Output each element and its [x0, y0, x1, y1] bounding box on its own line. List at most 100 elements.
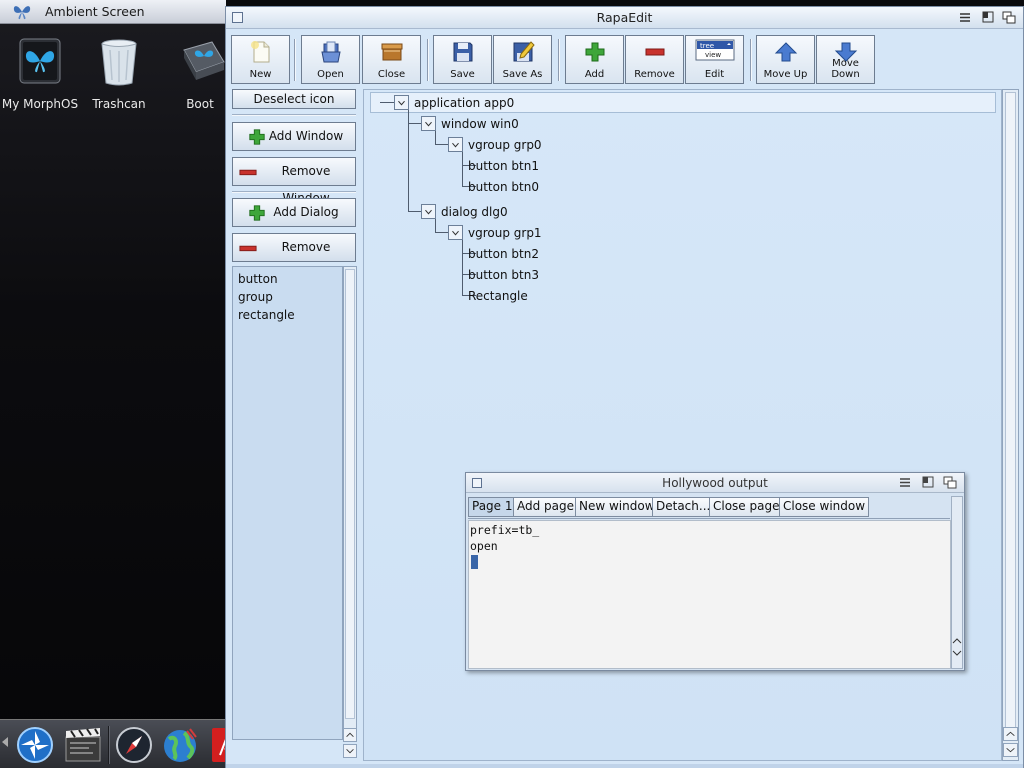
- toolbar-separator: [750, 39, 752, 81]
- window-bottom-border: [226, 764, 1023, 768]
- save-button[interactable]: Save: [433, 35, 492, 84]
- class-list[interactable]: button group rectangle: [232, 266, 343, 740]
- tree-line: [435, 219, 436, 233]
- tree-expander-icon[interactable]: [394, 95, 409, 110]
- morphos-butterfly-icon: [19, 38, 61, 84]
- remove-window-button[interactable]: Remove Window: [232, 157, 356, 205]
- scrollbar-thumb[interactable]: [1005, 92, 1016, 728]
- class-list-scrollbar[interactable]: [343, 266, 357, 740]
- dock-separator: [108, 726, 110, 764]
- desktop-icon-trashcan[interactable]: Trashcan: [79, 36, 159, 111]
- tree-scrollbar[interactable]: [1002, 89, 1019, 761]
- depth-gadget-icon[interactable]: [1001, 10, 1017, 25]
- window-titlebar[interactable]: Hollywood output: [466, 473, 964, 493]
- ambient-launcher-icon[interactable]: [15, 725, 55, 765]
- text-cursor: [471, 555, 478, 569]
- tree-expander-icon[interactable]: [448, 137, 463, 152]
- open-button[interactable]: Open: [301, 35, 360, 84]
- output-console[interactable]: prefix=tb_ open: [468, 520, 951, 669]
- list-item[interactable]: rectangle: [238, 308, 295, 322]
- close-window-button[interactable]: Close window: [779, 497, 870, 517]
- remove-dialog-button[interactable]: Remove Dialog: [232, 233, 356, 281]
- edit-button[interactable]: tree view Edit: [685, 35, 744, 84]
- scroll-up-arrow-icon[interactable]: [951, 635, 963, 647]
- new-button[interactable]: New: [231, 35, 290, 84]
- tree-node[interactable]: application app0: [414, 96, 514, 110]
- close-file-icon: [381, 43, 402, 61]
- move-up-button[interactable]: Move Up: [756, 35, 815, 84]
- iconify-gadget-icon[interactable]: [920, 475, 936, 490]
- tree-node[interactable]: button btn1: [468, 159, 539, 173]
- tree-expander-icon[interactable]: [448, 225, 463, 240]
- toolbar-separator: [294, 39, 296, 81]
- morphos-logo-icon[interactable]: [12, 3, 32, 21]
- dock-scroll-left-icon[interactable]: [2, 737, 8, 747]
- left-separator: [232, 114, 356, 116]
- tree-node[interactable]: button btn0: [468, 180, 539, 194]
- remove-minus-icon: [645, 48, 664, 56]
- video-clapper-icon[interactable]: [63, 725, 103, 765]
- screen-title: Ambient Screen: [45, 4, 145, 19]
- detach-button[interactable]: Detach...: [652, 497, 715, 517]
- new-file-icon: [250, 41, 269, 63]
- toolbar-separator: [427, 39, 429, 81]
- tree-node[interactable]: vgroup grp1: [468, 226, 542, 240]
- tree-expander-icon[interactable]: [421, 204, 436, 219]
- boot-drive-icon: [183, 41, 225, 80]
- tab-page-1[interactable]: Page 1: [468, 497, 517, 517]
- close-button[interactable]: Close: [362, 35, 421, 84]
- save-disk-icon: [453, 42, 472, 62]
- close-page-button[interactable]: Close page: [709, 497, 784, 517]
- window-titlebar[interactable]: RapaEdit: [226, 7, 1023, 29]
- scroll-up-arrow-icon[interactable]: [1003, 727, 1018, 741]
- compass-browser-icon[interactable]: [114, 725, 154, 765]
- tree-node[interactable]: vgroup grp0: [468, 138, 542, 152]
- toolbar: New Open Close Save Save As Add Remove t…: [231, 35, 1021, 85]
- list-item[interactable]: button: [238, 272, 278, 286]
- remove-minus-icon: [239, 245, 257, 252]
- screen-titlebar: Ambient Screen: [0, 0, 226, 24]
- save-as-icon: [513, 41, 535, 62]
- scrollbar-thumb[interactable]: [345, 269, 355, 719]
- move-down-button[interactable]: Move Down: [816, 35, 875, 84]
- tree-expander-icon[interactable]: [421, 116, 436, 131]
- tree-node[interactable]: dialog dlg0: [441, 205, 508, 219]
- scroll-down-arrow-icon[interactable]: [343, 744, 357, 758]
- tree-node[interactable]: Rectangle: [468, 289, 528, 303]
- tree-node[interactable]: button btn2: [468, 247, 539, 261]
- add-button[interactable]: Add: [565, 35, 624, 84]
- menu-gadget-icon[interactable]: [957, 10, 973, 25]
- svg-text:view: view: [705, 51, 721, 59]
- scroll-down-arrow-icon[interactable]: [1003, 743, 1018, 757]
- add-window-button[interactable]: Add Window: [232, 122, 356, 151]
- desktop-icon-label: My MorphOS: [1, 97, 79, 111]
- save-as-button[interactable]: Save As: [493, 35, 552, 84]
- edit-treeview-icon: tree view: [695, 39, 734, 61]
- deselect-icon-button[interactable]: Deselect icon: [232, 89, 356, 109]
- add-dialog-button[interactable]: Add Dialog: [232, 198, 356, 227]
- remove-button[interactable]: Remove: [625, 35, 684, 84]
- tree-node[interactable]: button btn3: [468, 268, 539, 282]
- hollywood-output-window: Hollywood output Page 1 Add page New win…: [465, 472, 965, 671]
- window-title: RapaEdit: [596, 10, 653, 25]
- depth-gadget-icon[interactable]: [942, 475, 958, 490]
- iconify-gadget-icon[interactable]: [980, 10, 996, 25]
- scroll-down-arrow-icon[interactable]: [951, 647, 963, 659]
- tree-line: [462, 240, 463, 295]
- tab-divider: [468, 518, 950, 519]
- new-window-button[interactable]: New window: [575, 497, 659, 517]
- tree-node[interactable]: window win0: [441, 117, 519, 131]
- scroll-up-arrow-icon[interactable]: [343, 728, 357, 742]
- globe-network-icon[interactable]: [160, 725, 200, 765]
- remove-minus-icon: [239, 169, 257, 176]
- console-line: prefix=tb_: [470, 523, 540, 537]
- tree-line: [435, 131, 436, 145]
- toolbar-separator: [558, 39, 560, 81]
- svg-text:tree: tree: [700, 42, 714, 50]
- open-file-icon: [320, 41, 341, 63]
- add-page-button[interactable]: Add page: [513, 497, 579, 517]
- left-separator: [232, 191, 356, 193]
- menu-gadget-icon[interactable]: [897, 475, 913, 490]
- desktop-icon-my-morphos[interactable]: My MorphOS: [0, 36, 80, 111]
- list-item[interactable]: group: [238, 290, 273, 304]
